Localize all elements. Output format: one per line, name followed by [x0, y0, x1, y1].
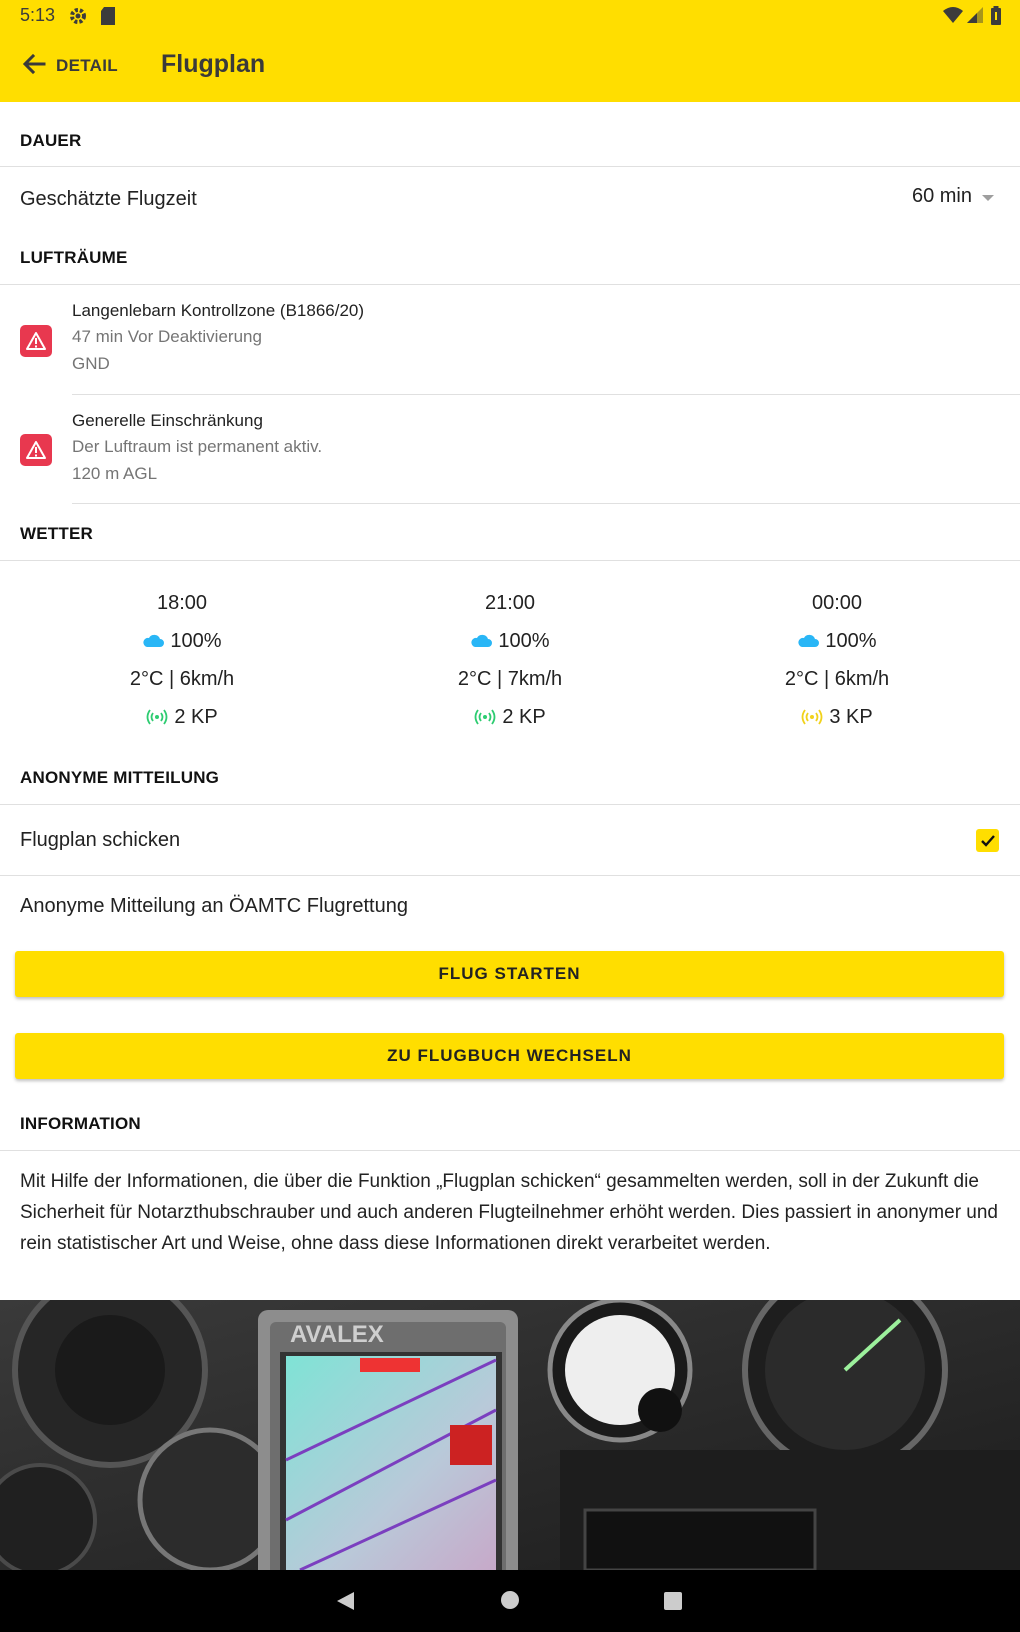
flight-time-dropdown[interactable]: 60 min	[912, 185, 994, 208]
weather-column: 18:00 100% 2°C | 6km/h 2 KP	[72, 584, 292, 736]
weather-column: 21:00 100% 2°C | 7km/h 2 KP	[400, 584, 620, 736]
airspace-status: 47 min Vor Deaktivierung	[72, 327, 262, 346]
information-text: Mit Hilfe der Informationen, die über di…	[20, 1171, 998, 1254]
cockpit-photo: AVALEX	[0, 1300, 1020, 1570]
flight-time-value: 60 min	[911, 185, 972, 207]
airspace-title: Generelle Einschränkung	[72, 411, 263, 430]
page-title: Flugplan	[161, 50, 266, 78]
weather-column: 00:00 100% 2°C | 6km/h 3 KP	[727, 584, 947, 736]
kp-value: 2 KP	[174, 706, 218, 728]
status-bar: 5:13	[0, 0, 1020, 32]
divider	[0, 284, 1020, 285]
section-header-dauer: DAUER	[20, 131, 82, 150]
gear-icon	[68, 6, 88, 31]
airspace-status: Der Luftraum ist permanent aktiv.	[72, 437, 323, 456]
divider	[0, 875, 1020, 876]
section-header-wetter: WETTER	[20, 524, 93, 543]
cloud-icon	[471, 634, 493, 647]
weather-time: 21:00	[484, 592, 536, 614]
temp-wind: 2°C | 6km/h	[129, 668, 235, 690]
weather-cloud-row: 100%	[727, 622, 947, 660]
divider	[0, 1150, 1020, 1151]
divider	[0, 166, 1020, 167]
airspace-altitude: 120 m AGL	[72, 464, 158, 483]
signal-icon	[966, 6, 984, 29]
nav-home-icon[interactable]	[500, 1590, 520, 1610]
back-label: DETAIL	[56, 56, 118, 75]
back-button[interactable]: DETAIL	[20, 48, 118, 84]
cloud-icon	[798, 634, 820, 647]
kp-signal-icon	[801, 709, 823, 725]
section-header-luftraeume: LUFTRÄUME	[20, 248, 128, 267]
weather-time: 00:00	[811, 592, 863, 614]
weather-time: 18:00	[156, 592, 208, 614]
nav-recents-icon[interactable]	[663, 1591, 683, 1611]
weather-kp-row: 3 KP	[727, 698, 947, 736]
weather-cloud-row: 100%	[400, 622, 620, 660]
kp-value: 3 KP	[829, 706, 873, 728]
switch-to-logbook-button[interactable]: ZU FLUGBUCH WECHSELN	[15, 1033, 1004, 1079]
weather-kp-row: 2 KP	[72, 698, 292, 736]
arrow-back-icon	[20, 50, 48, 83]
toolbar: DETAIL Flugplan	[0, 32, 1020, 102]
start-flight-button[interactable]: FLUG STARTEN	[15, 951, 1004, 997]
app-bar: 5:13 DETAIL Flugplan	[0, 0, 1020, 102]
send-flightplan-label: Flugplan schicken	[20, 829, 181, 851]
status-time: 5:13	[20, 5, 56, 25]
cloud-cover: 100%	[498, 630, 550, 652]
cloud-cover: 100%	[825, 630, 877, 652]
estimated-flight-time-label: Geschätzte Flugzeit	[20, 188, 197, 210]
divider	[72, 394, 1020, 395]
warning-icon	[20, 325, 52, 357]
divider	[72, 503, 1020, 504]
anonymous-note: Anonyme Mitteilung an ÖAMTC Flugrettung	[20, 895, 408, 917]
warning-icon	[20, 434, 52, 466]
wifi-icon	[942, 6, 964, 29]
divider	[0, 560, 1020, 561]
kp-signal-icon	[146, 709, 168, 725]
temp-wind: 2°C | 6km/h	[784, 668, 890, 690]
section-header-information: INFORMATION	[20, 1114, 141, 1133]
cloud-icon	[143, 634, 165, 647]
temp-wind: 2°C | 7km/h	[457, 668, 563, 690]
weather-cloud-row: 100%	[72, 622, 292, 660]
sd-card-icon	[100, 6, 116, 31]
weather-kp-row: 2 KP	[400, 698, 620, 736]
device-brand-text: AVALEX	[290, 1321, 384, 1348]
send-flightplan-checkbox[interactable]	[976, 829, 999, 852]
cloud-cover: 100%	[170, 630, 222, 652]
nav-back-icon[interactable]	[334, 1590, 356, 1612]
battery-icon	[990, 6, 1002, 31]
airspace-title: Langenlebarn Kontrollzone (B1866/20)	[72, 301, 365, 320]
section-header-mitteilung: ANONYME MITTEILUNG	[20, 768, 220, 787]
kp-value: 2 KP	[502, 706, 546, 728]
airspace-altitude: GND	[72, 354, 110, 373]
check-icon	[980, 834, 995, 847]
kp-signal-icon	[474, 709, 496, 725]
dropdown-caret-icon	[982, 194, 994, 201]
system-nav-bar	[0, 1570, 1020, 1632]
divider	[0, 804, 1020, 805]
